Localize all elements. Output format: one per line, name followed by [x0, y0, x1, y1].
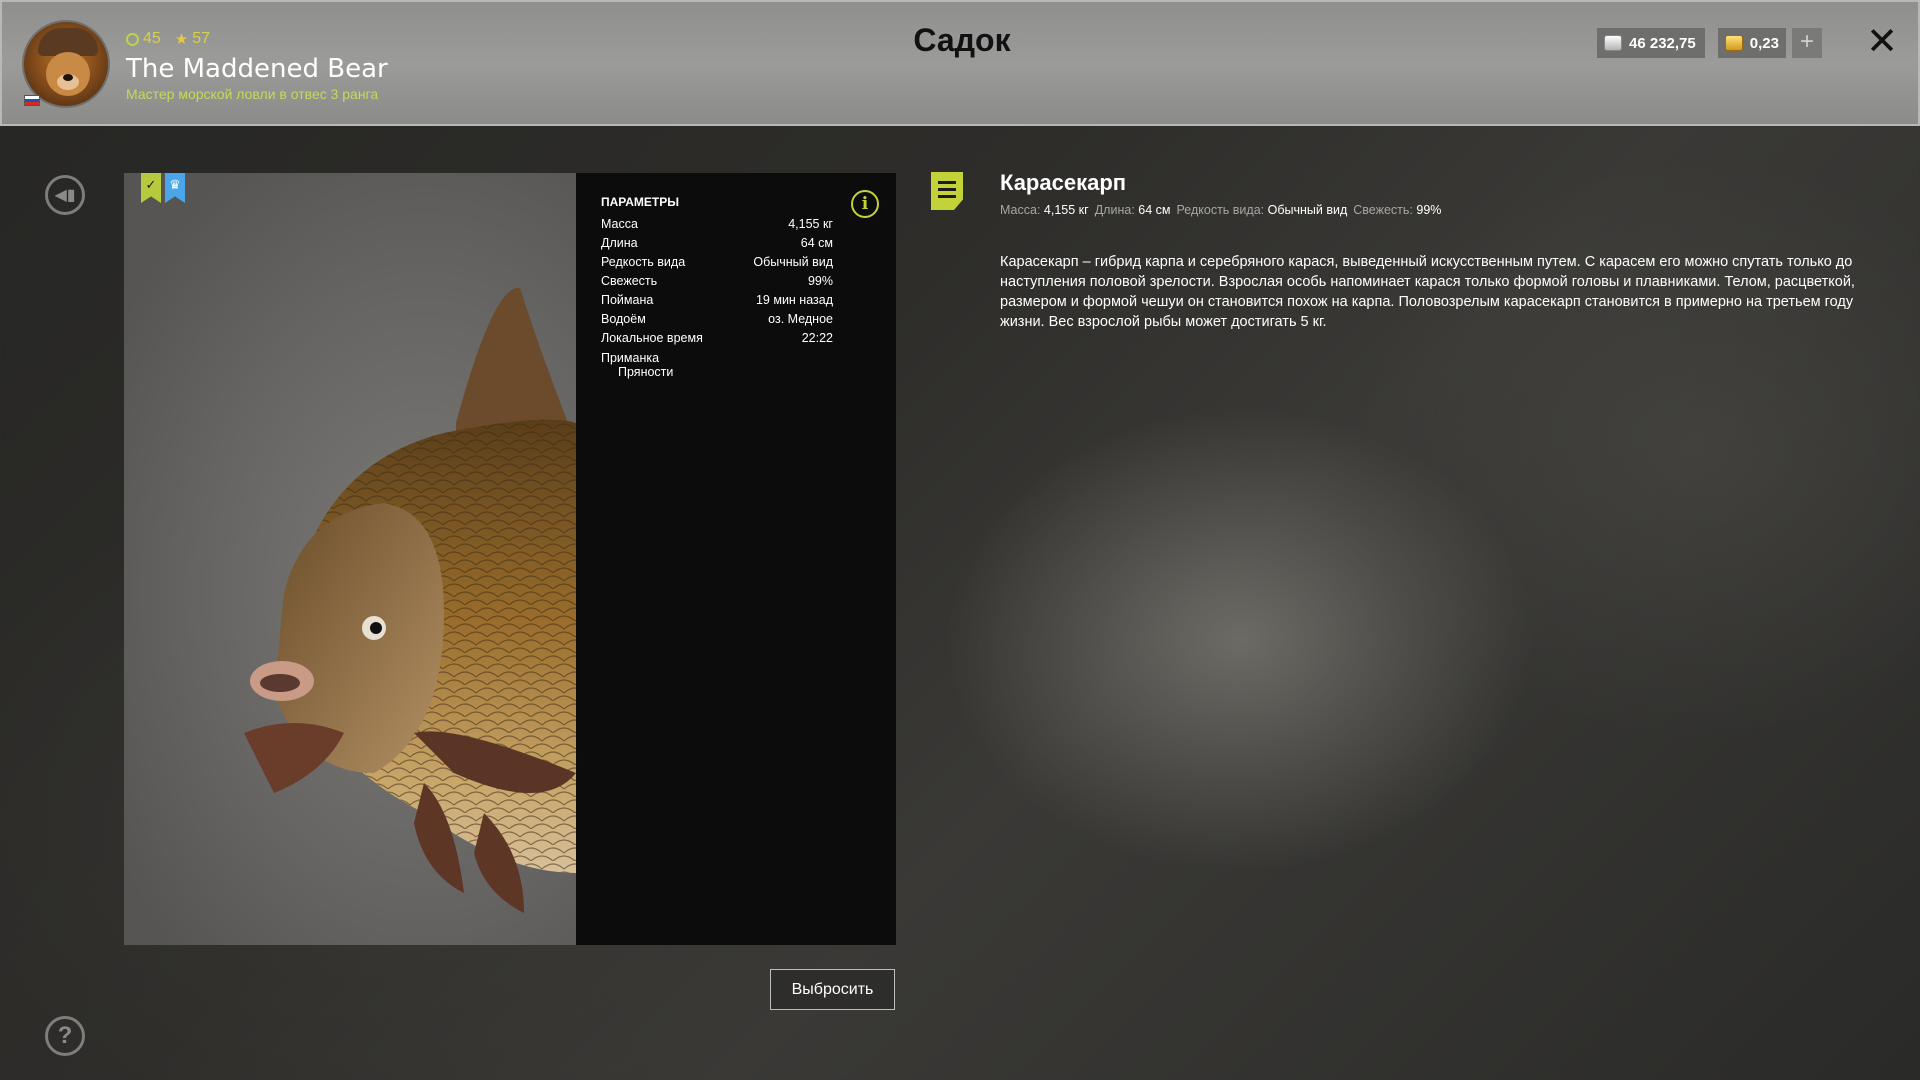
close-icon[interactable]: ✕ — [1864, 22, 1900, 62]
fish-description: Карасекарп – гибрид карпа и серебряного … — [1000, 254, 1855, 330]
fish-model-view[interactable]: ✓ ♛ — [124, 173, 576, 945]
param-value: 4,155 кг — [788, 217, 833, 231]
param-label: Приманка — [601, 351, 660, 365]
param-value: оз. Медное — [768, 312, 833, 326]
param-label: Редкость вида — [601, 255, 686, 269]
meta-freshness: Свежесть: 99% — [1353, 203, 1442, 217]
carp-fish-illustration — [244, 287, 576, 913]
bait-value: Пряности — [618, 365, 674, 379]
param-row-caught: Поймана 19 мин назад — [601, 293, 833, 307]
info-icon[interactable]: i — [851, 190, 879, 218]
russia-flag-icon — [24, 95, 40, 106]
param-row-local-time: Локальное время 22:22 — [601, 331, 833, 345]
param-label: Поймана — [601, 293, 654, 307]
silver-currency: 46 232,75 — [1597, 28, 1705, 58]
param-row-waterbody: Водоём оз. Медное — [601, 312, 833, 326]
param-row-length: Длина 64 см — [601, 236, 833, 250]
bear-nose — [63, 74, 73, 81]
param-label: Локальное время — [601, 331, 703, 345]
param-label: Масса — [601, 217, 638, 231]
player-rank: Мастер морской ловли в отвес 3 ранга — [126, 86, 379, 102]
discard-button[interactable]: Выбросить — [770, 969, 895, 1010]
param-value: Обычный вид — [753, 255, 833, 269]
param-label: Водоём — [601, 312, 646, 326]
param-value: 99% — [807, 274, 833, 288]
param-label: Свежесть — [601, 274, 658, 288]
param-value: 22:22 — [801, 331, 833, 345]
fish-name: Карасекарп — [1000, 170, 1127, 195]
param-value: 64 см — [800, 236, 833, 250]
parameters-panel: ПАРАМЕТРЫ i Масса 4,155 кг Длина 64 см Р… — [576, 173, 896, 945]
param-value: 19 мин назад — [755, 293, 833, 307]
back-arrow-icon[interactable]: ◀▮ — [45, 175, 85, 215]
param-row-mass: Масса 4,155 кг — [601, 217, 833, 231]
top-bar: 45 ★ 57 The Maddened Bear Мастер морской… — [0, 0, 1920, 126]
gold-amount: 0,23 — [1749, 34, 1779, 52]
gold-coin-icon — [1725, 35, 1743, 51]
question-icon[interactable]: ? — [45, 1016, 85, 1056]
param-row-rarity: Редкость вида Обычный вид — [601, 255, 833, 269]
meta-length: Длина: 64 см — [1094, 203, 1171, 217]
notes-icon — [931, 172, 963, 210]
meta-mass: Масса: 4,155 кг — [1000, 203, 1089, 217]
gold-currency: 0,23 — [1718, 28, 1786, 58]
param-label: Длина — [601, 236, 638, 250]
fish-meta: Масса: 4,155 кг Длина: 64 см Редкость ви… — [1000, 203, 1441, 217]
param-row-bait: Приманка — [601, 351, 833, 365]
plus-icon[interactable]: + — [1792, 28, 1822, 58]
meta-rarity: Редкость вида: Обычный вид — [1176, 203, 1348, 217]
param-row-freshness: Свежесть 99% — [601, 274, 833, 288]
silver-amount: 46 232,75 — [1629, 34, 1696, 52]
params-title: ПАРАМЕТРЫ — [601, 195, 679, 209]
silver-coin-icon — [1604, 35, 1622, 51]
